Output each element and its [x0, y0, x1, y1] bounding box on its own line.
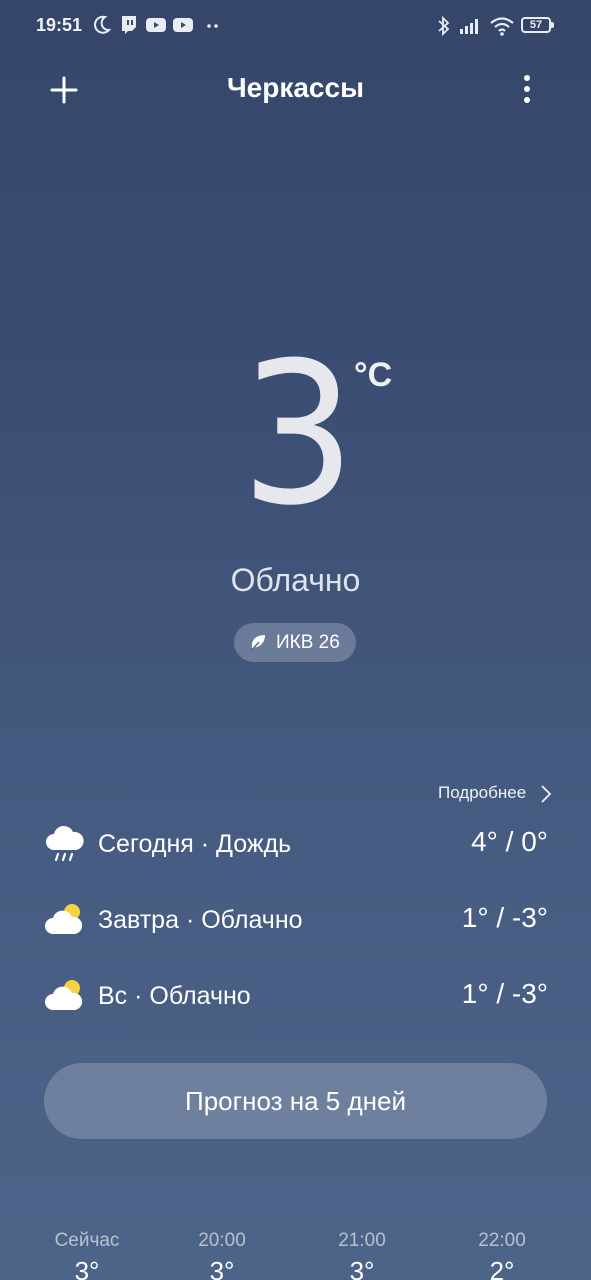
forecast-day-label: Сегодня · Дождь	[98, 830, 292, 858]
leaf-icon	[250, 635, 265, 652]
youtube-icon	[146, 18, 166, 32]
youtube-icon	[173, 18, 193, 32]
hourly-item: Сейчас 3°	[32, 1228, 142, 1280]
hourly-temp: 3°	[209, 1256, 235, 1280]
hourly-time: 21:00	[338, 1230, 386, 1251]
hourly-item: 20:00 3°	[167, 1228, 277, 1280]
status-time: 19:51	[36, 15, 83, 35]
forecast-row-today[interactable]: Сегодня · Дождь 4° / 0°	[0, 816, 591, 876]
wifi-icon	[490, 17, 514, 36]
forecast-day-temp: 1° / -3°	[461, 902, 548, 933]
more-vertical-icon[interactable]	[512, 72, 542, 108]
chevron-right-icon[interactable]	[539, 784, 553, 804]
hourly-temp: 2°	[489, 1256, 515, 1280]
hourly-time: Сейчас	[54, 1230, 120, 1251]
bluetooth-icon	[438, 15, 450, 37]
details-link[interactable]: Подробнее	[438, 783, 526, 803]
hourly-time: 22:00	[478, 1230, 526, 1251]
status-bar: 19:51 57	[0, 0, 591, 52]
hourly-forecast[interactable]: Сейчас 3° 20:00 3° 21:00 3° 22:00 2°	[0, 1228, 591, 1280]
forecast-day-label: Вс · Облачно	[98, 982, 251, 1010]
forecast-row-tomorrow[interactable]: Завтра · Облачно 1° / -3°	[0, 892, 591, 952]
more-dots-icon	[207, 24, 218, 28]
forecast-day-temp: 1° / -3°	[461, 978, 548, 1009]
signal-icon	[460, 19, 478, 34]
city-title[interactable]: Черкассы	[0, 72, 591, 104]
aqi-label: ИКВ 26	[276, 632, 340, 653]
battery-icon: 57	[521, 17, 554, 33]
hourly-item: 22:00 2°	[447, 1228, 557, 1280]
hourly-temp: 3°	[349, 1256, 375, 1280]
moon-icon	[94, 15, 112, 34]
aqi-badge[interactable]: ИКВ 26	[234, 623, 356, 662]
forecast-row-sunday[interactable]: Вс · Облачно 1° / -3°	[0, 968, 591, 1028]
hourly-time: 20:00	[198, 1230, 246, 1251]
temperature-unit: °C	[354, 356, 393, 394]
hourly-temp: 3°	[74, 1256, 100, 1280]
five-day-forecast-button[interactable]: Прогноз на 5 дней	[44, 1063, 547, 1139]
twitch-icon	[122, 16, 136, 34]
current-condition: Облачно	[230, 562, 361, 598]
forecast-day-label: Завтра · Облачно	[98, 906, 303, 934]
current-weather: 3 °C	[0, 330, 591, 540]
partly-cloudy-icon	[45, 904, 83, 934]
hourly-item: 21:00 3°	[307, 1228, 417, 1280]
partly-cloudy-icon	[45, 980, 83, 1010]
forecast-day-temp: 4° / 0°	[471, 826, 548, 857]
rain-cloud-icon	[46, 825, 84, 862]
current-temperature: 3	[240, 321, 356, 549]
